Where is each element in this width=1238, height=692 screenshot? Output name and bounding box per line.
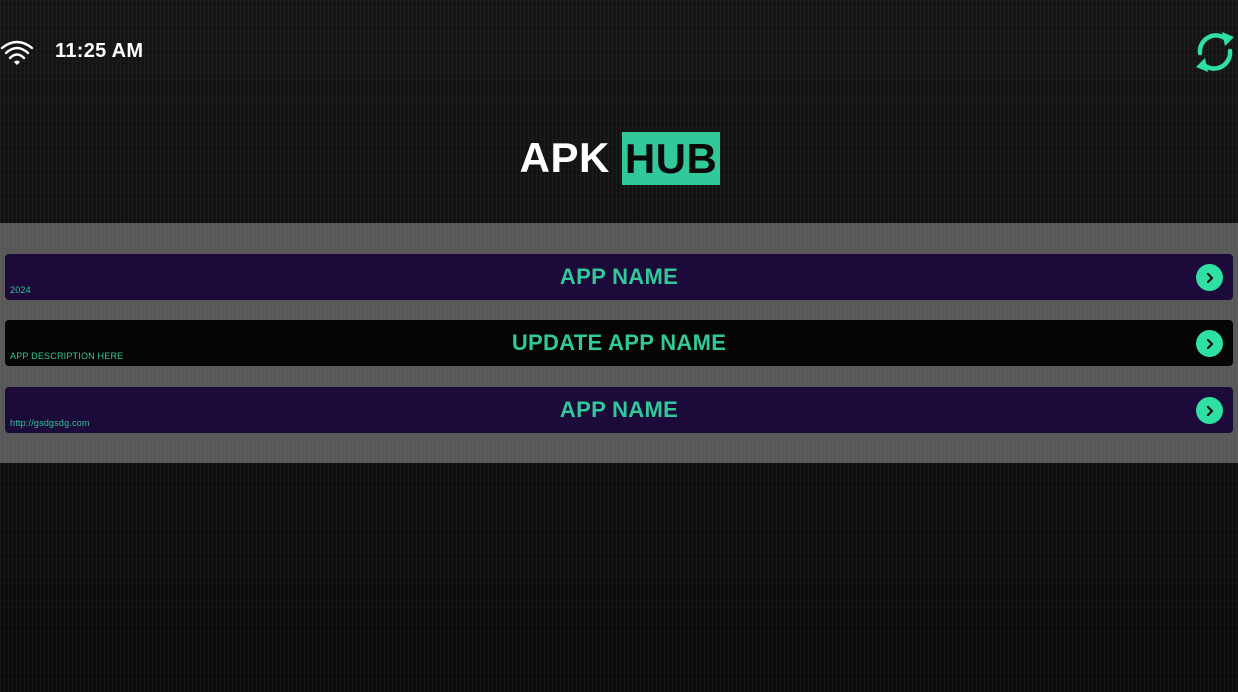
app-title: APP NAME (559, 397, 679, 422)
logo-text-apk: APK (519, 134, 610, 181)
app-list-item[interactable]: UPDATE APP NAME APP DESCRIPTION HERE (5, 320, 1233, 366)
chevron-right-icon[interactable] (1196, 330, 1223, 357)
app-logo: APK HUB (0, 130, 1238, 186)
app-list-panel: APP NAME 2024 UPDATE APP NAME APP DESCRI… (0, 223, 1238, 463)
logo-text-hub: HUB (621, 131, 721, 185)
app-screen: 11:25 AM APK HUB APP NAME 2024 UPDATE AP… (0, 0, 1238, 692)
app-title: UPDATE APP NAME (511, 330, 727, 355)
chevron-right-icon[interactable] (1196, 264, 1223, 291)
status-time: 11:25 AM (55, 40, 144, 62)
app-list-item[interactable]: APP NAME 2024 (5, 254, 1233, 300)
refresh-icon[interactable] (1192, 27, 1238, 77)
chevron-right-icon[interactable] (1196, 397, 1223, 424)
app-subtitle: APP DESCRIPTION HERE (10, 351, 124, 361)
wifi-icon (0, 40, 34, 65)
app-subtitle: http://gsdgsdg.com (10, 418, 90, 428)
app-title: APP NAME (559, 264, 679, 289)
app-list-item[interactable]: APP NAME http://gsdgsdg.com (5, 387, 1233, 433)
app-subtitle: 2024 (10, 285, 31, 295)
